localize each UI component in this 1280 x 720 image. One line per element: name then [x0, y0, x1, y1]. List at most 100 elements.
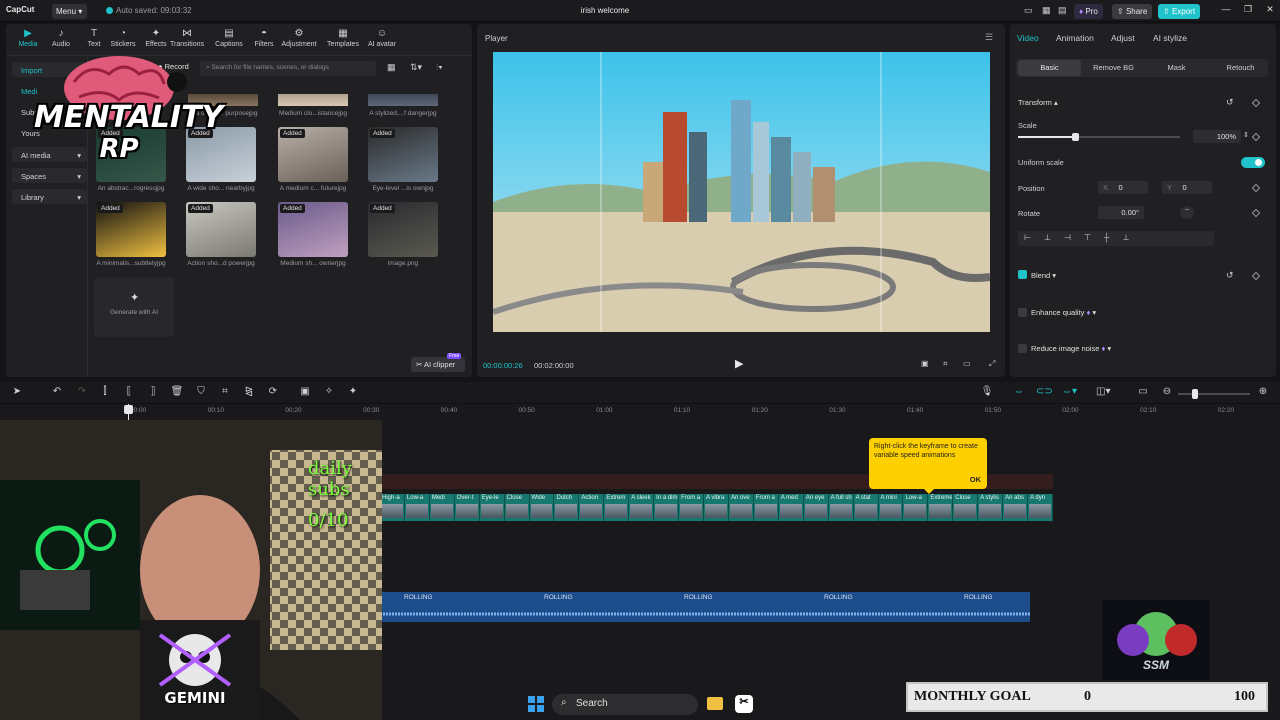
playhead-handle[interactable] [124, 405, 133, 414]
media-thumb[interactable]: Added [186, 202, 256, 257]
play-icon[interactable]: ▶ [735, 357, 743, 370]
keyboard-icon[interactable]: ▦ [1042, 5, 1051, 16]
media-thumb[interactable]: Added [368, 202, 438, 257]
video-clip[interactable]: An abs [1003, 494, 1029, 521]
enhance-checkbox[interactable] [1018, 308, 1027, 317]
search-input[interactable]: ⌕ Search for file names, scenes, or dial… [200, 61, 376, 76]
file-explorer-icon[interactable] [707, 697, 723, 710]
video-clip[interactable]: A med [778, 494, 804, 521]
zoom-out-icon[interactable]: ⊖ [1160, 386, 1174, 400]
keyframe-icon[interactable] [1251, 271, 1261, 281]
tab-ai-avatar[interactable]: ☺ AI avatar [361, 28, 403, 48]
cursor-icon[interactable]: ➤ [10, 386, 24, 400]
video-clip[interactable]: A sleek [629, 494, 655, 521]
video-clip[interactable]: Extrem [604, 494, 630, 521]
keyframe-add-icon[interactable]: ✦ [346, 386, 360, 400]
video-clip[interactable]: From a [679, 494, 705, 521]
split-right-icon[interactable]: ⟧ [146, 386, 160, 400]
media-thumb[interactable]: Added [368, 127, 438, 182]
taskbar-search[interactable]: ⌕ Search [552, 694, 698, 715]
align-buttons[interactable]: ⊢⊥⊣⊤┼⊥ [1018, 231, 1214, 246]
media-thumb[interactable]: Added [96, 202, 166, 257]
reduce-noise-label[interactable]: Reduce image noise ♦ ▾ [1031, 344, 1111, 353]
reset-icon[interactable]: ↺ [1226, 270, 1234, 281]
pro-button[interactable]: ♦ Pro [1074, 4, 1103, 19]
fullscreen-icon[interactable]: ⤢ [989, 359, 995, 369]
subtab-basic[interactable]: Basic [1018, 60, 1081, 76]
video-clip[interactable]: Extreme [928, 494, 954, 521]
rotate-dial[interactable]: – [1180, 206, 1194, 219]
position-y-input[interactable]: Y 0 [1162, 181, 1212, 194]
redo-icon[interactable]: ↷ [75, 386, 89, 400]
scale-slider[interactable] [1018, 133, 1180, 141]
blend-checkbox[interactable] [1018, 270, 1027, 279]
blend-label[interactable]: Blend ▾ [1031, 271, 1056, 280]
uniform-scale-toggle[interactable] [1241, 157, 1265, 168]
tab-adjustment[interactable]: ⚙ Adjustment [278, 28, 320, 48]
scale-input[interactable]: 100% [1193, 130, 1241, 143]
crop-icon[interactable]: ⌗ [218, 386, 232, 400]
video-clip[interactable]: Low-a [404, 494, 430, 521]
tab-animation[interactable]: Animation [1056, 33, 1094, 43]
tab-templates[interactable]: ▦ Templates [322, 28, 364, 48]
fullres-icon[interactable]: ▣ [921, 359, 929, 368]
microphone-icon[interactable]: 🎙 [980, 386, 994, 400]
caption-icon[interactable]: ▭ [1136, 386, 1150, 400]
sort-icon[interactable]: ⇅▾ [410, 62, 422, 73]
tab-video[interactable]: Video [1017, 33, 1039, 43]
video-clip[interactable]: Dutch [554, 494, 580, 521]
ai-clipper-button[interactable]: ✂ AI clipper [411, 357, 465, 372]
tab-captions[interactable]: ▤ Captions [212, 28, 246, 48]
generate-with-ai-button[interactable]: ✦ Generate with AI [94, 277, 174, 337]
video-clip[interactable]: An eye [803, 494, 829, 521]
layout-icon[interactable]: ▭ [1024, 5, 1033, 16]
video-clip[interactable]: Close [504, 494, 530, 521]
monitor-icon[interactable]: ▤ [1058, 5, 1067, 16]
tab-media[interactable]: ▶ Media [11, 28, 45, 48]
stepper-icon[interactable]: ⇕ [1243, 131, 1249, 139]
rotate-icon[interactable]: ⟳ [266, 386, 280, 400]
video-clip[interactable]: Over-t [454, 494, 480, 521]
capcut-taskbar-icon[interactable]: ✂ [735, 695, 753, 713]
tab-filters[interactable]: ◓ Filters [247, 28, 281, 48]
video-clip[interactable]: A dyn [1028, 494, 1053, 521]
subtab-retouch[interactable]: Retouch [1209, 63, 1272, 72]
subtab-mask[interactable]: Mask [1145, 63, 1208, 72]
tooltip-ok-button[interactable]: OK [970, 475, 981, 484]
split-icon[interactable]: ⫿ [98, 386, 112, 400]
split-screen-icon[interactable]: ◫▾ [1096, 386, 1110, 400]
close-icon[interactable]: ✕ [1262, 4, 1278, 18]
video-clip[interactable]: Close [953, 494, 979, 521]
split-left-icon[interactable]: ⟦ [122, 386, 136, 400]
video-clip[interactable]: Eye-le [479, 494, 505, 521]
ratio-icon[interactable]: ▭ [963, 359, 971, 368]
video-clip[interactable]: From a [753, 494, 779, 521]
noise-checkbox[interactable] [1018, 344, 1027, 353]
video-clip[interactable]: In a dim [654, 494, 680, 521]
maximize-icon[interactable]: ❐ [1240, 4, 1256, 18]
zoom-in-icon[interactable]: ⊕ [1256, 386, 1270, 400]
preview-axis-icon[interactable]: ⇔▾ [1062, 386, 1077, 400]
video-clip[interactable]: A vibra [704, 494, 729, 521]
video-clip[interactable]: A full sh [828, 494, 854, 521]
video-clip[interactable]: A stylis [978, 494, 1004, 521]
video-clip[interactable]: Medi [429, 494, 455, 521]
video-clip[interactable]: An ove [728, 494, 754, 521]
shield-icon[interactable]: ⛉ [194, 386, 208, 400]
subtab-remove-bg[interactable]: Remove BG [1082, 63, 1145, 72]
export-button[interactable]: ⇧ Export [1158, 4, 1201, 19]
tab-stickers[interactable]: ◔ Stickers [106, 28, 140, 48]
tab-transitions[interactable]: ⋈ Transitions [170, 28, 204, 48]
magnet-icon[interactable]: ⊂⊃ [1036, 386, 1053, 400]
keyframe-icon[interactable] [1251, 208, 1261, 218]
position-x-input[interactable]: X 0 [1098, 181, 1148, 194]
windows-start-icon[interactable] [528, 696, 544, 712]
grid-view-icon[interactable]: ▦ [387, 62, 396, 73]
filter-icon[interactable]: ⫶▾ [436, 62, 443, 73]
tab-ai-stylize[interactable]: AI stylize [1153, 33, 1187, 43]
keyframe-icon[interactable] [1251, 132, 1261, 142]
media-thumb[interactable]: Added [278, 202, 348, 257]
video-clip[interactable]: A mini [878, 494, 904, 521]
media-thumb[interactable] [278, 94, 348, 106]
mirror-icon[interactable]: ⧎ [242, 386, 256, 400]
